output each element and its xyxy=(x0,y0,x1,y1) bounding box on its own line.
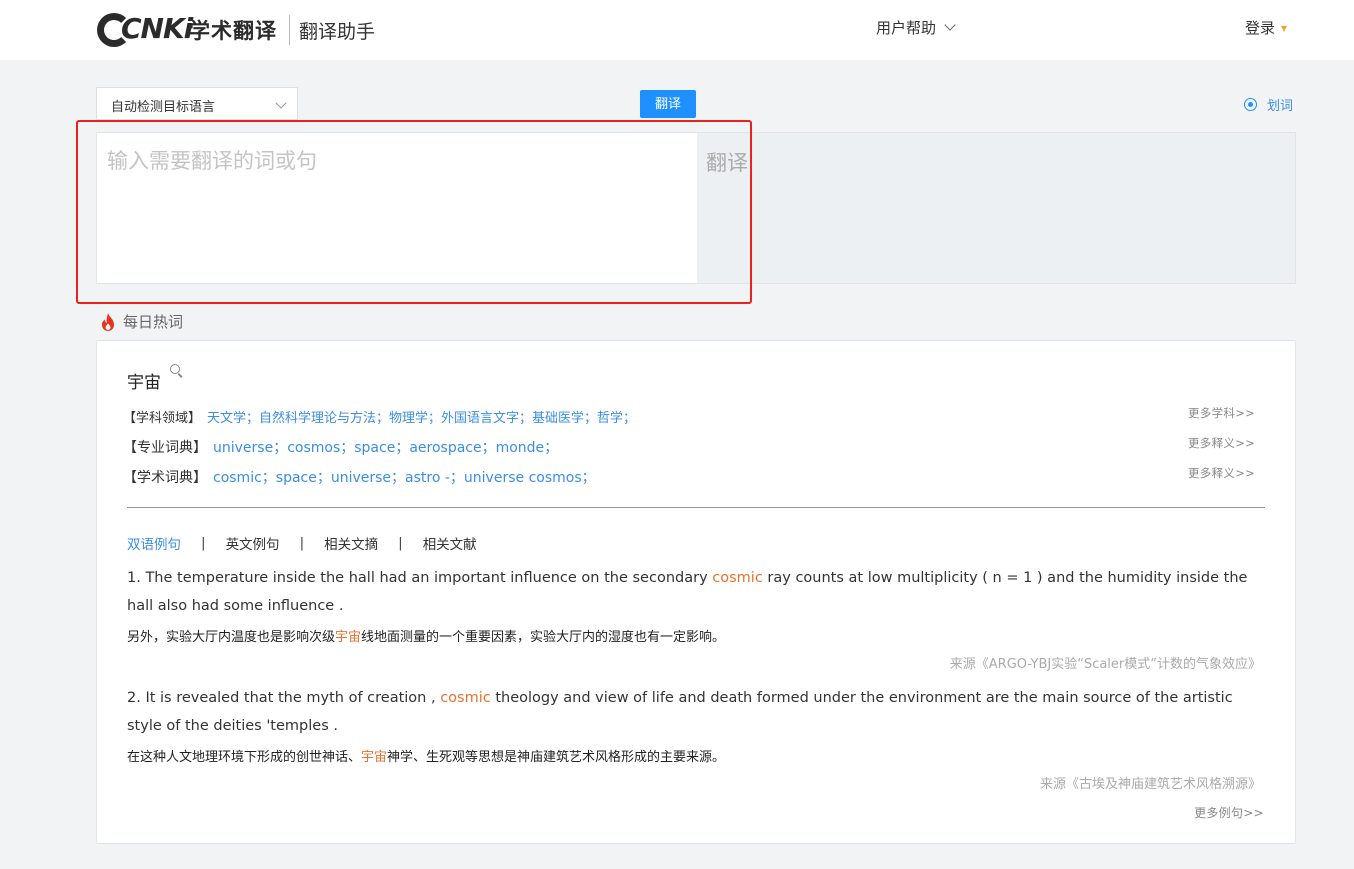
subject-field-label: 【学科领域】 xyxy=(123,411,202,426)
more-definitions-link[interactable]: 更多释义>> xyxy=(1188,435,1255,451)
example-highlight: cosmic xyxy=(440,690,491,706)
professional-dictionary-links[interactable]: universe；cosmos；space；aerospace；monde； xyxy=(213,437,558,457)
professional-dictionary-row: 【专业词典】 universe；cosmos；space；aerospace；m… xyxy=(123,437,558,457)
example-text: 线地面测量的一个重要因素，实验大厅内的湿度也有一定影响。 xyxy=(361,630,726,645)
translate-button[interactable]: 翻译 xyxy=(640,90,696,118)
example-english-sentence: 2. It is revealed that the myth of creat… xyxy=(127,684,1257,740)
user-help-label: 用户帮助 xyxy=(876,19,937,37)
hot-word-card: 宇宙 【学科领域】 天文学；自然科学理论与方法；物理学；外国语言文字；基础医学；… xyxy=(96,340,1296,844)
logo-text: 学术翻译 xyxy=(189,19,277,43)
subject-field-row: 【学科领域】 天文学；自然科学理论与方法；物理学；外国语言文字；基础医学；哲学； xyxy=(123,407,636,426)
radio-selected-icon[interactable] xyxy=(1244,98,1257,111)
example-source-link[interactable]: 来源《古埃及神庙建筑艺术风格溯源》 xyxy=(1040,773,1261,792)
tab-related-abstracts[interactable]: 相关文摘 xyxy=(324,533,378,553)
tab-separator: | xyxy=(201,535,206,551)
cnki-logo-mark: CNKi xyxy=(97,10,193,50)
pick-word-toggle[interactable]: 划词 xyxy=(1244,95,1293,114)
more-subjects-link[interactable]: 更多学科>> xyxy=(1188,405,1255,421)
translation-panel: 翻译 xyxy=(96,132,1296,284)
example-text: 2. It is revealed that the myth of creat… xyxy=(127,690,441,706)
tab-english-examples[interactable]: 英文例句 xyxy=(226,533,280,553)
tab-separator: | xyxy=(299,535,305,551)
login-label: 登录 xyxy=(1245,19,1276,37)
academic-dictionary-row: 【学术词典】 cosmic；space；universe；astro -；uni… xyxy=(123,467,596,487)
target-language-value: 自动检测目标语言 xyxy=(111,100,216,115)
user-help-menu[interactable]: 用户帮助 xyxy=(876,17,956,38)
hot-word: 宇宙 xyxy=(127,373,161,393)
tab-related-literature[interactable]: 相关文献 xyxy=(423,533,477,553)
daily-hot-words-title: 每日热词 xyxy=(99,311,183,332)
logo-divider xyxy=(289,15,290,45)
flame-icon xyxy=(102,312,114,331)
example-highlight: 宇宙 xyxy=(335,630,362,645)
top-header: CNKi 学术翻译 翻译助手 用户帮助 登录 ▾ xyxy=(0,0,1354,60)
caret-down-icon: ▾ xyxy=(1281,20,1288,35)
tab-bilingual-examples[interactable]: 双语例句 xyxy=(127,533,181,553)
example-chinese-sentence: 另外，实验大厅内温度也是影响次级宇宙线地面测量的一个重要因素，实验大厅内的湿度也… xyxy=(127,626,725,645)
academic-dictionary-label: 【学术词典】 xyxy=(123,470,207,486)
example-english-sentence: 1. The temperature inside the hall had a… xyxy=(127,564,1257,620)
search-icon[interactable] xyxy=(169,363,185,379)
example-highlight: 宇宙 xyxy=(361,750,388,765)
example-text: 另外，实验大厅内温度也是影响次级 xyxy=(127,630,336,645)
example-tabs: 双语例句 | 英文例句 | 相关文摘 | 相关文献 xyxy=(127,533,477,553)
pick-word-label: 划词 xyxy=(1267,99,1294,114)
app-subtitle: 翻译助手 xyxy=(299,20,376,43)
more-definitions-link[interactable]: 更多释义>> xyxy=(1188,465,1255,481)
professional-dictionary-label: 【专业词典】 xyxy=(123,440,207,456)
example-text: 1. The temperature inside the hall had a… xyxy=(127,570,713,586)
academic-dictionary-links[interactable]: cosmic；space；universe；astro -；universe c… xyxy=(213,467,596,487)
logo-mark-text: CNKi xyxy=(121,12,193,45)
example-chinese-sentence: 在这种人文地理环境下形成的创世神话、宇宙神学、生死观等思想是神庙建筑艺术风格形成… xyxy=(127,746,725,765)
hot-word-heading: 宇宙 xyxy=(127,364,185,393)
tab-separator: | xyxy=(398,535,403,551)
divider xyxy=(127,507,1265,508)
example-source-link[interactable]: 来源《ARGO-YBJ实验“Scaler模式”计数的气象效应》 xyxy=(950,653,1261,672)
chevron-down-icon xyxy=(944,19,956,31)
example-text: 在这种人文地理环境下形成的创世神话、 xyxy=(127,750,362,765)
source-text-input[interactable] xyxy=(97,133,697,283)
cnki-logo[interactable]: CNKi 学术翻译 翻译助手 xyxy=(97,10,375,50)
chevron-down-icon xyxy=(275,97,287,109)
target-language-select[interactable]: 自动检测目标语言 xyxy=(96,87,298,120)
example-highlight: cosmic xyxy=(712,570,763,586)
daily-hot-words-label: 每日热词 xyxy=(123,313,184,331)
example-text: 神学、生死观等思想是神庙建筑艺术风格形成的主要来源。 xyxy=(387,750,726,765)
login-menu[interactable]: 登录 ▾ xyxy=(1245,17,1287,38)
translation-output: 翻译 xyxy=(706,151,748,175)
subject-field-links[interactable]: 天文学；自然科学理论与方法；物理学；外国语言文字；基础医学；哲学； xyxy=(207,407,636,426)
more-examples-link[interactable]: 更多例句>> xyxy=(1194,804,1264,821)
